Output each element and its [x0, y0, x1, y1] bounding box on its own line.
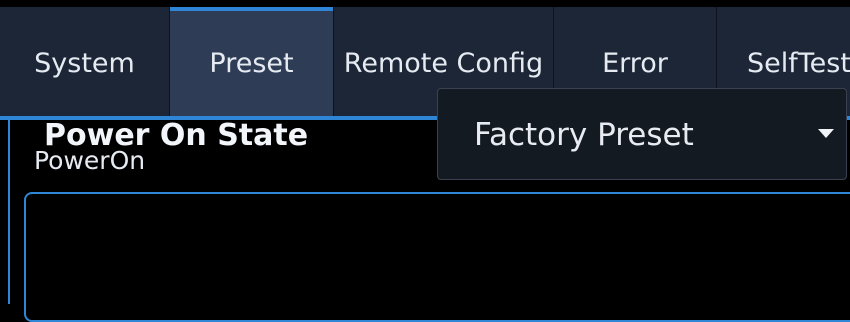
power-on-state-label: Power On State [44, 118, 309, 153]
panel-border [8, 120, 10, 304]
tab-preset[interactable]: Preset [170, 7, 334, 120]
power-on-state-dropdown[interactable]: Factory Preset [437, 88, 847, 180]
power-on-state-value: Factory Preset [474, 117, 694, 153]
tab-system[interactable]: System [0, 7, 170, 120]
poweron-group-box [24, 192, 850, 322]
caret-down-icon [818, 129, 834, 138]
